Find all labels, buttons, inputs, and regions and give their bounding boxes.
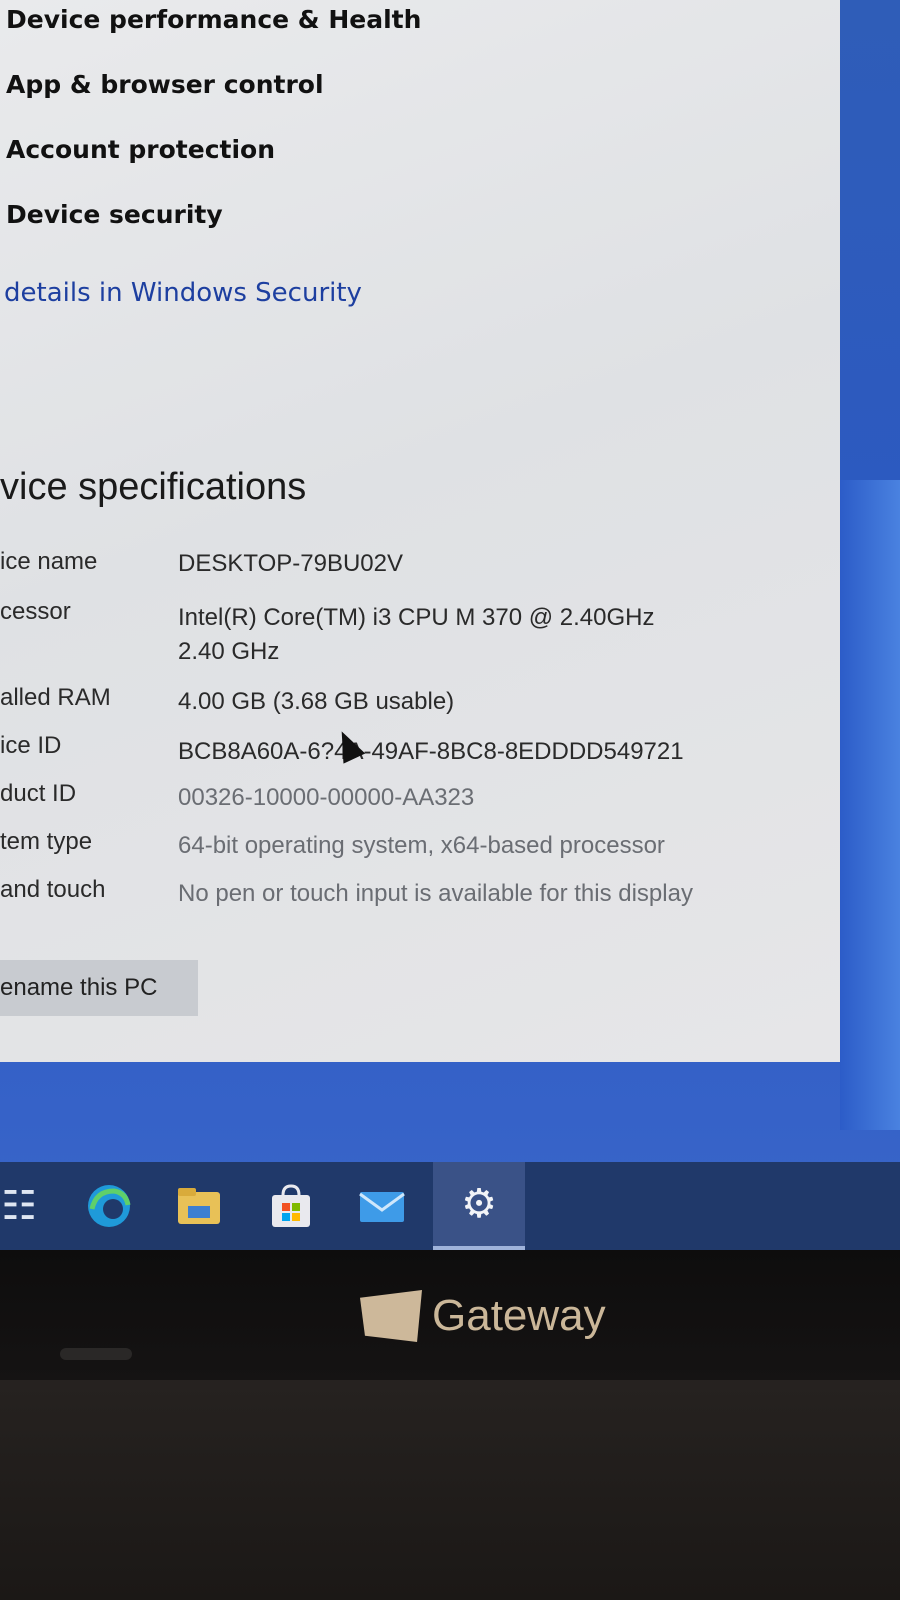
mail-icon[interactable] bbox=[343, 1162, 421, 1250]
laptop-bezel: Gateway bbox=[0, 1250, 900, 1380]
pen-touch-value: No pen or touch input is available for t… bbox=[178, 880, 693, 907]
system-type-value: 64-bit operating system, x64-based proce… bbox=[178, 832, 665, 859]
processor-label: cessor bbox=[0, 598, 71, 625]
device-id-value: BCB8A60A-6?4A-49AF-8BC8-8EDDDD549721 bbox=[178, 738, 684, 765]
rename-pc-button[interactable]: ename this PC bbox=[0, 960, 198, 1016]
device-name-value: DESKTOP-79BU02V bbox=[178, 550, 403, 577]
desktop-background bbox=[840, 480, 900, 1130]
installed-ram-label: alled RAM bbox=[0, 684, 111, 711]
installed-ram-value: 4.00 GB (3.68 GB usable) bbox=[178, 688, 455, 715]
processor-speed-value: 2.40 GHz bbox=[178, 638, 280, 665]
windows-security-details-link[interactable]: details in Windows Security bbox=[4, 278, 362, 308]
taskbar: ☷ ⚙ bbox=[0, 1162, 900, 1250]
gateway-logo-mark-icon bbox=[360, 1290, 422, 1342]
store-icon[interactable] bbox=[252, 1162, 330, 1250]
link-device-security[interactable]: Device security bbox=[6, 200, 223, 229]
device-id-label: ice ID bbox=[0, 732, 62, 759]
settings-gear-icon[interactable]: ⚙ bbox=[433, 1162, 525, 1250]
device-specifications-heading: vice specifications bbox=[0, 466, 307, 508]
link-device-performance-health[interactable]: Device performance & Health bbox=[6, 5, 421, 34]
product-id-label: duct ID bbox=[0, 780, 77, 807]
processor-value: Intel(R) Core(TM) i3 CPU M 370 @ 2.40GHz bbox=[178, 604, 655, 631]
link-account-protection[interactable]: Account protection bbox=[6, 135, 275, 164]
laptop-base bbox=[0, 1380, 900, 1600]
system-type-label: tem type bbox=[0, 828, 93, 855]
brand-name: Gateway bbox=[432, 1291, 606, 1340]
file-explorer-icon[interactable] bbox=[160, 1162, 238, 1250]
laptop-screen: Device performance & Health App & browse… bbox=[0, 0, 900, 1250]
link-app-browser-control[interactable]: App & browser control bbox=[6, 70, 324, 99]
edge-icon[interactable] bbox=[70, 1162, 148, 1250]
task-view-icon[interactable]: ☷ bbox=[0, 1162, 58, 1250]
device-name-label: ice name bbox=[0, 548, 98, 575]
pen-touch-label: and touch bbox=[0, 876, 106, 903]
product-id-value: 00326-10000-00000-AA323 bbox=[178, 784, 475, 811]
microphone-grille bbox=[60, 1348, 132, 1360]
settings-window: Device performance & Health App & browse… bbox=[0, 0, 840, 1062]
gateway-logo: Gateway bbox=[360, 1290, 606, 1342]
